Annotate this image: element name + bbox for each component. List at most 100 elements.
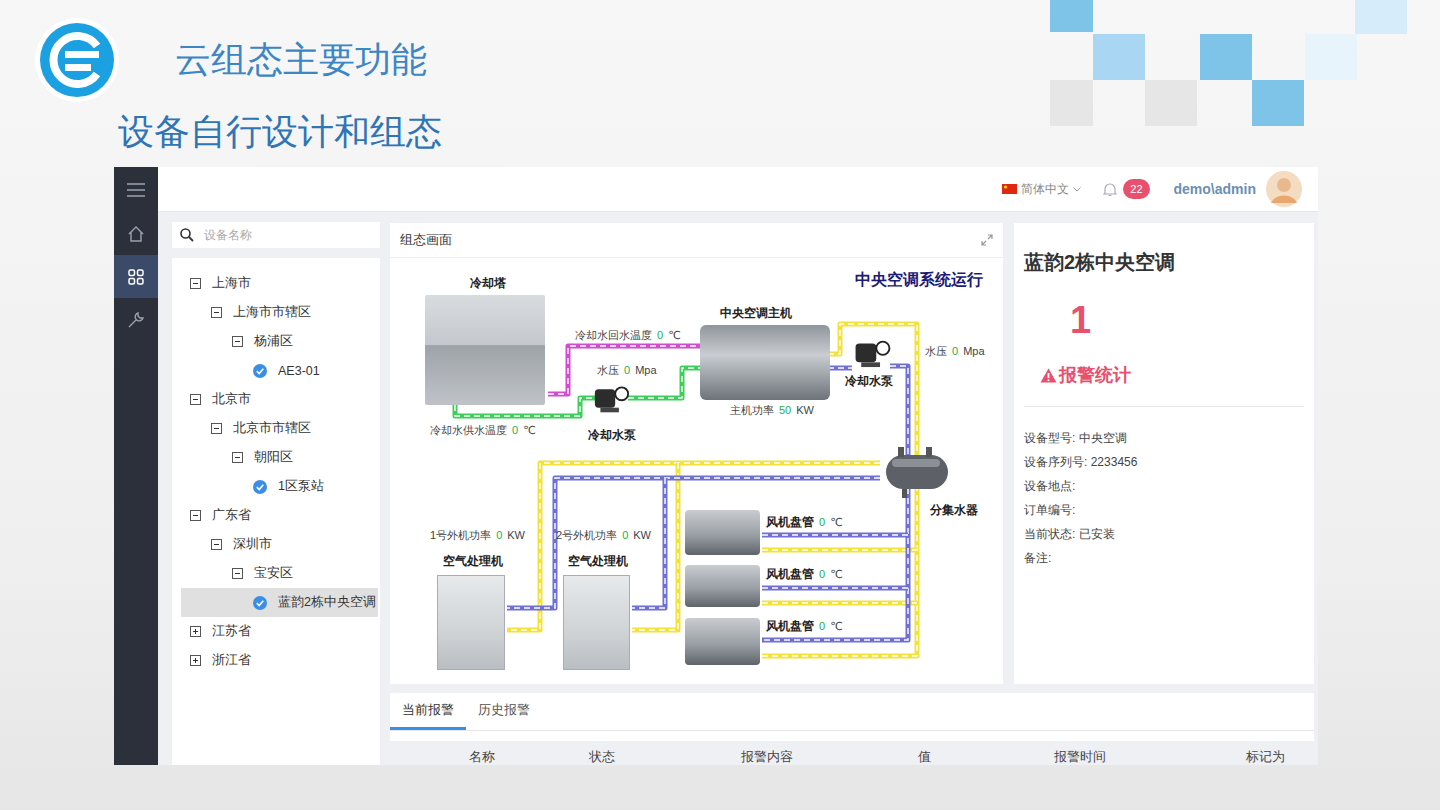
column-header[interactable]: 报警内容 bbox=[630, 749, 904, 765]
check-icon[interactable] bbox=[253, 596, 267, 610]
info-field: 备注: bbox=[1024, 546, 1304, 570]
tree-item[interactable]: 北京市 bbox=[181, 385, 378, 414]
collapse-icon[interactable] bbox=[190, 510, 201, 521]
sidebar-item[interactable] bbox=[114, 212, 158, 255]
device-name: 蓝韵2栋中央空调 bbox=[1024, 249, 1304, 275]
device-tree: 上海市 上海市市辖区 杨浦区 AE3-01 北京市 北京市市辖区 朝阳区 1区泵… bbox=[172, 258, 380, 765]
tank-unit[interactable] bbox=[878, 445, 955, 500]
equipment-label: 冷却水泵 bbox=[845, 374, 893, 389]
tree-item[interactable]: 上海市市辖区 bbox=[181, 298, 378, 327]
collapse-icon[interactable] bbox=[232, 452, 243, 463]
tower-unit[interactable] bbox=[425, 295, 545, 405]
home-icon bbox=[127, 225, 145, 243]
fancoil-unit[interactable] bbox=[685, 618, 760, 665]
tree-item[interactable]: 杨浦区 bbox=[181, 327, 378, 356]
collapse-icon[interactable] bbox=[232, 568, 243, 579]
tree-item[interactable]: 宝安区 bbox=[181, 559, 378, 588]
column-header[interactable]: 名称 bbox=[390, 749, 574, 765]
sensor-reading: 2号外机功率 0 KW bbox=[556, 528, 651, 542]
sensor-reading: 1号外机功率 0 KW bbox=[430, 528, 525, 542]
alarm-tab[interactable]: 历史报警 bbox=[466, 693, 542, 730]
tree-item[interactable]: 浙江省 bbox=[181, 646, 378, 675]
bell-icon bbox=[1103, 182, 1117, 197]
equipment-label: 空气处理机 bbox=[568, 554, 628, 569]
sensor-reading: 风机盘管 0 ℃ bbox=[766, 619, 842, 633]
sensor-reading: 冷却水回水温度 0 ℃ bbox=[575, 328, 680, 342]
equipment-label: 分集水器 bbox=[930, 503, 978, 518]
info-field: 设备序列号: 2233456 bbox=[1024, 450, 1304, 474]
fancoil-unit[interactable] bbox=[685, 565, 760, 607]
pump-icon bbox=[850, 336, 895, 368]
device-search[interactable]: 设备名称 bbox=[172, 222, 380, 248]
chiller-unit[interactable] bbox=[700, 325, 830, 400]
info-field: 当前状态: 已安装 bbox=[1024, 522, 1304, 546]
alarm-table-header: 名称状态报警内容值报警时间标记为 bbox=[390, 741, 1314, 765]
logo-icon bbox=[35, 18, 119, 102]
alarm-count: 1 bbox=[1070, 297, 1304, 343]
collapse-icon[interactable] bbox=[211, 423, 222, 434]
diagram-canvas: 中央空调系统运行 冷却塔 中央空调主机 冷却水泵 冷却水泵 分集水器 空气处理机… bbox=[390, 258, 1003, 683]
sidebar-item[interactable] bbox=[114, 298, 158, 341]
language-selector[interactable]: 简体中文 bbox=[1002, 181, 1081, 198]
sensor-reading: 冷却水供水温度 0 ℃ bbox=[430, 423, 535, 437]
slide-title: 云组态主要功能 bbox=[175, 38, 427, 82]
tree-item[interactable]: 深圳市 bbox=[181, 530, 378, 559]
sensor-reading: 水压 0 Mpa bbox=[925, 344, 985, 358]
user-name[interactable]: demo\admin bbox=[1174, 181, 1256, 197]
check-icon[interactable] bbox=[253, 364, 267, 378]
sidebar-item[interactable] bbox=[114, 255, 158, 298]
tree-item[interactable]: 朝阳区 bbox=[181, 443, 378, 472]
fancoil-unit[interactable] bbox=[685, 510, 760, 555]
diagram-panel: 组态画面 中央空调系统运行 冷却塔 中央空调主机 冷却水泵 冷却水泵 分集水器 … bbox=[390, 223, 1003, 684]
sensor-reading: 主机功率 50 KW bbox=[730, 403, 814, 417]
search-icon bbox=[180, 228, 194, 242]
tree-item[interactable]: 蓝韵2栋中央空调 bbox=[181, 588, 378, 617]
sidebar-item[interactable] bbox=[114, 167, 158, 212]
equipment-label: 冷却塔 bbox=[470, 276, 506, 291]
collapse-icon[interactable] bbox=[232, 336, 243, 347]
app-screenshot: 简体中文 22 demo\admin 设备名称 上海市 上海市市辖区 杨浦区 A… bbox=[114, 167, 1318, 765]
ahu-unit[interactable] bbox=[437, 575, 505, 670]
diagram-heading: 中央空调系统运行 bbox=[855, 270, 983, 291]
expand-icon[interactable] bbox=[190, 655, 201, 666]
info-field: 设备型号: 中央空调 bbox=[1024, 426, 1304, 450]
slide: 云组态主要功能 设备自行设计和组态 简体中文 22 demo\admin 设备名… bbox=[0, 0, 1440, 810]
info-field: 订单编号: bbox=[1024, 498, 1304, 522]
column-header[interactable]: 状态 bbox=[574, 749, 630, 765]
collapse-icon[interactable] bbox=[211, 307, 222, 318]
china-flag-icon bbox=[1002, 184, 1017, 194]
alarm-statistics[interactable]: 报警统计 bbox=[1040, 363, 1304, 388]
alarm-panel: 当前报警历史报警 名称状态报警内容值报警时间标记为 bbox=[390, 693, 1314, 765]
avatar-icon[interactable] bbox=[1266, 171, 1302, 207]
collapse-icon[interactable] bbox=[190, 394, 201, 405]
menu-icon bbox=[127, 183, 145, 197]
sensor-reading: 水压 0 Mpa bbox=[597, 363, 657, 377]
equipment-label: 中央空调主机 bbox=[720, 306, 792, 321]
top-bar: 简体中文 22 demo\admin bbox=[158, 167, 1318, 212]
pump-unit[interactable] bbox=[850, 336, 895, 368]
tree-item[interactable]: 广东省 bbox=[181, 501, 378, 530]
sensor-reading: 风机盘管 0 ℃ bbox=[766, 515, 842, 529]
tree-item[interactable]: 上海市 bbox=[181, 269, 378, 298]
notification-button[interactable]: 22 bbox=[1103, 179, 1149, 199]
collapse-icon[interactable] bbox=[190, 278, 201, 289]
tree-item[interactable]: 北京市市辖区 bbox=[181, 414, 378, 443]
fullscreen-icon[interactable] bbox=[981, 234, 993, 246]
tree-item[interactable]: 江苏省 bbox=[181, 617, 378, 646]
collapse-icon[interactable] bbox=[211, 539, 222, 550]
pump-icon bbox=[593, 380, 630, 415]
info-field: 设备地点: bbox=[1024, 474, 1304, 498]
column-header[interactable]: 标记为 bbox=[1216, 749, 1314, 765]
tree-item[interactable]: AE3-01 bbox=[181, 356, 378, 385]
device-info-panel: 蓝韵2栋中央空调 1 报警统计 设备型号: 中央空调设备序列号: 2233456… bbox=[1014, 223, 1314, 684]
alarm-tab[interactable]: 当前报警 bbox=[390, 693, 466, 730]
column-header[interactable]: 报警时间 bbox=[944, 749, 1216, 765]
ahu-unit[interactable] bbox=[563, 575, 630, 670]
pump-unit[interactable] bbox=[593, 380, 630, 415]
tree-item[interactable]: 1区泵站 bbox=[181, 472, 378, 501]
expand-icon[interactable] bbox=[190, 626, 201, 637]
equipment-label: 空气处理机 bbox=[443, 554, 503, 569]
column-header[interactable]: 值 bbox=[904, 749, 944, 765]
slide-subtitle: 设备自行设计和组态 bbox=[118, 110, 1440, 154]
check-icon[interactable] bbox=[253, 480, 267, 494]
